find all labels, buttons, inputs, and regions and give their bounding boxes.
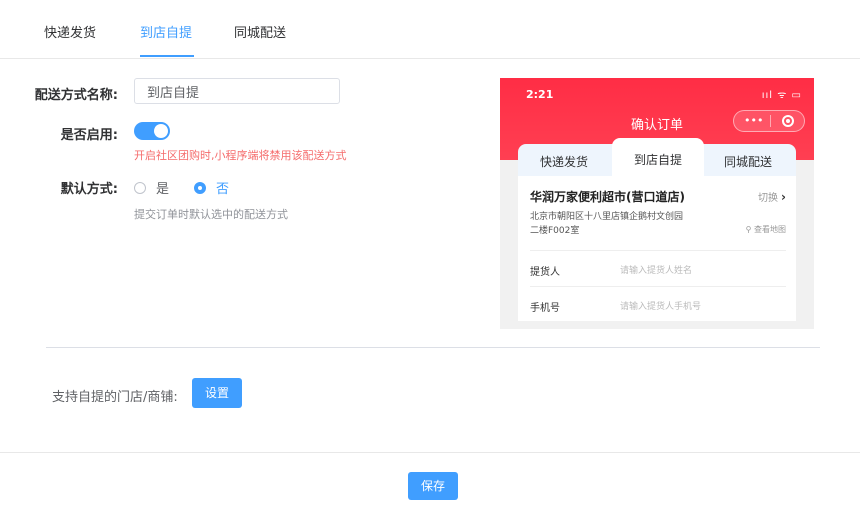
radio-yes-label: 是 — [156, 182, 170, 197]
phone-tab-pickup: 到店自提 — [612, 138, 704, 176]
more-dots-icon: ••• — [744, 114, 764, 127]
footer-divider — [0, 452, 860, 453]
phone-number-row: 手机号 请输入提货人手机号 — [530, 286, 786, 323]
tab-local-delivery[interactable]: 同城配送 — [234, 22, 286, 41]
switch-store-label: 切换 — [758, 193, 779, 204]
phone-time: 2:21 — [526, 88, 554, 101]
phone-tab-express: 快递发货 — [540, 155, 589, 169]
capsule-divider — [770, 115, 771, 127]
radio-yes-circle — [134, 181, 146, 194]
default-method-hint: 提交订单时默认选中的配送方式 — [134, 208, 288, 221]
store-address: 北京市朝阳区十八里店镇企鹅村文创园 二楼F002室 — [530, 210, 683, 238]
store-name: 华润万家便利超市(营口道店) — [530, 190, 685, 204]
tab-express[interactable]: 快递发货 — [44, 22, 96, 41]
radio-no-label: 否 — [216, 182, 230, 197]
radio-yes[interactable]: 是 — [134, 178, 169, 197]
save-button[interactable]: 保存 — [408, 472, 458, 500]
close-circle-icon — [782, 115, 794, 127]
delivery-name-label: 配送方式名称: — [34, 88, 118, 103]
address-line-2: 二楼F002室 — [530, 226, 580, 236]
phone-tab-local: 同城配送 — [724, 155, 773, 169]
phone-number-label: 手机号 — [530, 303, 560, 314]
phone-preview: 2:21 ııl ᯤ ▭ 确认订单 ••• 快递发货 到店自提 同城配送 华润万… — [500, 78, 814, 329]
radio-no[interactable]: 否 — [194, 178, 229, 197]
delivery-tabs: 快递发货 到店自提 同城配送 — [0, 0, 860, 59]
settings-panel: 快递发货 到店自提 同城配送 配送方式名称: 是否启用: 开启社区团购时,小程序… — [0, 0, 860, 526]
delivery-name-input[interactable] — [134, 78, 340, 104]
signal-wifi-battery-icon: ııl ᯤ ▭ — [761, 90, 802, 101]
phone-number-placeholder: 请输入提货人手机号 — [620, 302, 702, 312]
enable-toggle[interactable] — [134, 122, 170, 140]
toggle-knob — [154, 124, 168, 138]
phone-tabs: 快递发货 到店自提 同城配送 — [518, 138, 796, 176]
miniprogram-capsule: ••• — [733, 110, 805, 132]
phone-pickup-card: 华润万家便利超市(营口道店) 切换 › 北京市朝阳区十八里店镇企鹅村文创园 二楼F… — [518, 176, 796, 321]
section-divider — [46, 347, 820, 348]
view-map-link: ⚲ 查看地图 — [746, 224, 786, 235]
view-map-label: 查看地图 — [754, 225, 786, 234]
tab-store-pickup[interactable]: 到店自提 — [140, 22, 192, 41]
pickup-person-label: 提货人 — [530, 267, 560, 278]
radio-no-circle — [194, 181, 206, 194]
settings-button[interactable]: 设置 — [192, 378, 242, 408]
switch-store: 切换 › — [758, 189, 786, 204]
default-method-label: 默认方式: — [60, 182, 118, 197]
active-tab-indicator — [140, 55, 194, 57]
phone-tab-pickup-label: 到店自提 — [633, 153, 682, 167]
chevron-right-icon: › — [781, 190, 786, 204]
pickup-person-placeholder: 请输入提货人姓名 — [620, 266, 693, 276]
address-line-1: 北京市朝阳区十八里店镇企鹅村文创园 — [530, 212, 684, 222]
enable-label: 是否启用: — [60, 128, 118, 143]
location-pin-icon: ⚲ — [745, 225, 752, 234]
pickup-person-row: 提货人 请输入提货人姓名 — [530, 250, 786, 287]
pickup-store-label: 支持自提的门店/商铺: — [52, 390, 178, 405]
enable-hint: 开启社区团购时,小程序端将禁用该配送方式 — [134, 149, 347, 162]
